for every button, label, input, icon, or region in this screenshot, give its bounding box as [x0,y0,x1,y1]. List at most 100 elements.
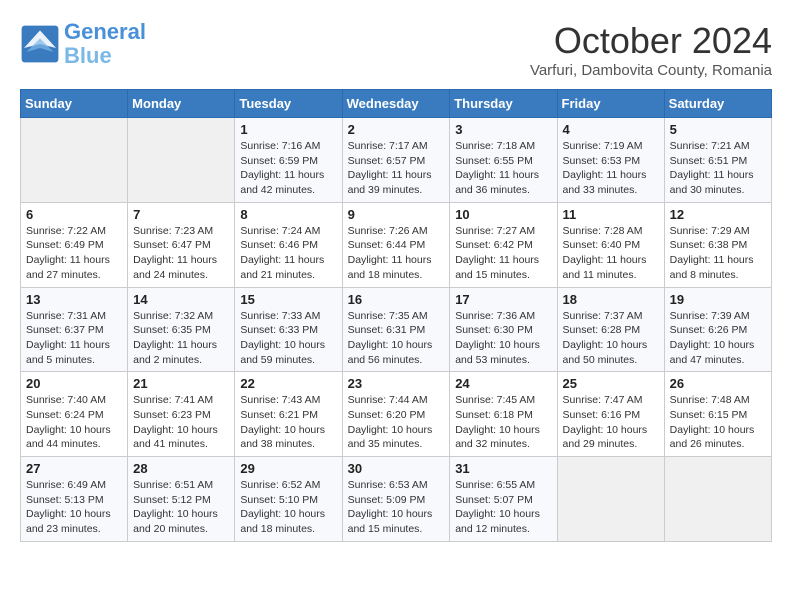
sunset-label: Sunset: 5:13 PM [26,494,104,506]
sunrise-label: Sunrise: 7:48 AM [670,394,750,406]
cell-content: Sunrise: 7:31 AM Sunset: 6:37 PM Dayligh… [26,309,122,368]
title-block: October 2024 Varfuri, Dambovita County, … [530,20,772,79]
cell-content: Sunrise: 7:39 AM Sunset: 6:26 PM Dayligh… [670,309,766,368]
daylight-label: Daylight: 10 hours and 56 minutes. [348,339,433,366]
calendar-cell: 17 Sunrise: 7:36 AM Sunset: 6:30 PM Dayl… [450,287,557,372]
day-number: 27 [26,461,122,476]
day-number: 13 [26,292,122,307]
calendar-header-row: SundayMondayTuesdayWednesdayThursdayFrid… [21,90,772,118]
sunrise-label: Sunrise: 7:31 AM [26,310,106,322]
sunrise-label: Sunrise: 7:29 AM [670,225,750,237]
day-number: 1 [240,122,336,137]
cell-content: Sunrise: 7:19 AM Sunset: 6:53 PM Dayligh… [563,139,659,198]
cell-content: Sunrise: 7:37 AM Sunset: 6:28 PM Dayligh… [563,309,659,368]
sunrise-label: Sunrise: 7:41 AM [133,394,213,406]
calendar-cell: 22 Sunrise: 7:43 AM Sunset: 6:21 PM Dayl… [235,372,342,457]
sunset-label: Sunset: 6:28 PM [563,324,641,336]
daylight-label: Daylight: 10 hours and 26 minutes. [670,424,755,451]
cell-content: Sunrise: 6:53 AM Sunset: 5:09 PM Dayligh… [348,478,445,537]
logo: General Blue [20,20,146,68]
sunrise-label: Sunrise: 6:55 AM [455,479,535,491]
cell-content: Sunrise: 7:24 AM Sunset: 6:46 PM Dayligh… [240,224,336,283]
day-number: 10 [455,207,551,222]
day-number: 30 [348,461,445,476]
sunrise-label: Sunrise: 6:51 AM [133,479,213,491]
sunrise-label: Sunrise: 7:24 AM [240,225,320,237]
header-saturday: Saturday [664,90,771,118]
sunset-label: Sunset: 6:24 PM [26,409,104,421]
sunrise-label: Sunrise: 7:26 AM [348,225,428,237]
sunset-label: Sunset: 6:16 PM [563,409,641,421]
cell-content: Sunrise: 7:17 AM Sunset: 6:57 PM Dayligh… [348,139,445,198]
calendar-cell: 7 Sunrise: 7:23 AM Sunset: 6:47 PM Dayli… [128,202,235,287]
header-thursday: Thursday [450,90,557,118]
calendar-week-5: 27 Sunrise: 6:49 AM Sunset: 5:13 PM Dayl… [21,457,772,542]
daylight-label: Daylight: 11 hours and 2 minutes. [133,339,217,366]
sunset-label: Sunset: 6:26 PM [670,324,748,336]
sunrise-label: Sunrise: 7:33 AM [240,310,320,322]
daylight-label: Daylight: 10 hours and 20 minutes. [133,508,218,535]
day-number: 11 [563,207,659,222]
sunset-label: Sunset: 6:18 PM [455,409,533,421]
cell-content: Sunrise: 7:45 AM Sunset: 6:18 PM Dayligh… [455,393,551,452]
calendar-cell: 28 Sunrise: 6:51 AM Sunset: 5:12 PM Dayl… [128,457,235,542]
calendar-cell: 25 Sunrise: 7:47 AM Sunset: 6:16 PM Dayl… [557,372,664,457]
month-title: October 2024 [530,20,772,62]
calendar-week-1: 1 Sunrise: 7:16 AM Sunset: 6:59 PM Dayli… [21,118,772,203]
sunset-label: Sunset: 6:49 PM [26,239,104,251]
sunset-label: Sunset: 6:30 PM [455,324,533,336]
day-number: 28 [133,461,229,476]
calendar-cell: 12 Sunrise: 7:29 AM Sunset: 6:38 PM Dayl… [664,202,771,287]
sunrise-label: Sunrise: 7:19 AM [563,140,643,152]
daylight-label: Daylight: 10 hours and 15 minutes. [348,508,433,535]
cell-content: Sunrise: 7:40 AM Sunset: 6:24 PM Dayligh… [26,393,122,452]
sunrise-label: Sunrise: 7:44 AM [348,394,428,406]
sunset-label: Sunset: 6:15 PM [670,409,748,421]
sunset-label: Sunset: 6:37 PM [26,324,104,336]
calendar-cell: 10 Sunrise: 7:27 AM Sunset: 6:42 PM Dayl… [450,202,557,287]
daylight-label: Daylight: 11 hours and 33 minutes. [563,169,647,196]
cell-content: Sunrise: 6:51 AM Sunset: 5:12 PM Dayligh… [133,478,229,537]
daylight-label: Daylight: 10 hours and 44 minutes. [26,424,111,451]
day-number: 5 [670,122,766,137]
sunrise-label: Sunrise: 7:22 AM [26,225,106,237]
calendar-cell: 2 Sunrise: 7:17 AM Sunset: 6:57 PM Dayli… [342,118,450,203]
day-number: 23 [348,376,445,391]
daylight-label: Daylight: 10 hours and 59 minutes. [240,339,325,366]
day-number: 31 [455,461,551,476]
day-number: 26 [670,376,766,391]
header-tuesday: Tuesday [235,90,342,118]
calendar-cell: 27 Sunrise: 6:49 AM Sunset: 5:13 PM Dayl… [21,457,128,542]
calendar-cell: 4 Sunrise: 7:19 AM Sunset: 6:53 PM Dayli… [557,118,664,203]
sunset-label: Sunset: 6:42 PM [455,239,533,251]
sunrise-label: Sunrise: 7:16 AM [240,140,320,152]
daylight-label: Daylight: 10 hours and 32 minutes. [455,424,540,451]
sunrise-label: Sunrise: 7:37 AM [563,310,643,322]
page-header: General Blue October 2024 Varfuri, Dambo… [20,20,772,79]
cell-content: Sunrise: 7:22 AM Sunset: 6:49 PM Dayligh… [26,224,122,283]
sunrise-label: Sunrise: 7:21 AM [670,140,750,152]
sunrise-label: Sunrise: 6:53 AM [348,479,428,491]
calendar-cell: 18 Sunrise: 7:37 AM Sunset: 6:28 PM Dayl… [557,287,664,372]
day-number: 2 [348,122,445,137]
day-number: 14 [133,292,229,307]
daylight-label: Daylight: 10 hours and 23 minutes. [26,508,111,535]
calendar-cell: 9 Sunrise: 7:26 AM Sunset: 6:44 PM Dayli… [342,202,450,287]
calendar-cell: 5 Sunrise: 7:21 AM Sunset: 6:51 PM Dayli… [664,118,771,203]
calendar-cell: 19 Sunrise: 7:39 AM Sunset: 6:26 PM Dayl… [664,287,771,372]
daylight-label: Daylight: 10 hours and 41 minutes. [133,424,218,451]
daylight-label: Daylight: 11 hours and 36 minutes. [455,169,539,196]
calendar-cell: 16 Sunrise: 7:35 AM Sunset: 6:31 PM Dayl… [342,287,450,372]
day-number: 19 [670,292,766,307]
header-wednesday: Wednesday [342,90,450,118]
daylight-label: Daylight: 11 hours and 27 minutes. [26,254,110,281]
sunrise-label: Sunrise: 6:52 AM [240,479,320,491]
cell-content: Sunrise: 6:49 AM Sunset: 5:13 PM Dayligh… [26,478,122,537]
header-sunday: Sunday [21,90,128,118]
daylight-label: Daylight: 11 hours and 24 minutes. [133,254,217,281]
sunrise-label: Sunrise: 7:40 AM [26,394,106,406]
calendar-week-2: 6 Sunrise: 7:22 AM Sunset: 6:49 PM Dayli… [21,202,772,287]
cell-content: Sunrise: 7:16 AM Sunset: 6:59 PM Dayligh… [240,139,336,198]
daylight-label: Daylight: 11 hours and 39 minutes. [348,169,432,196]
daylight-label: Daylight: 11 hours and 5 minutes. [26,339,110,366]
